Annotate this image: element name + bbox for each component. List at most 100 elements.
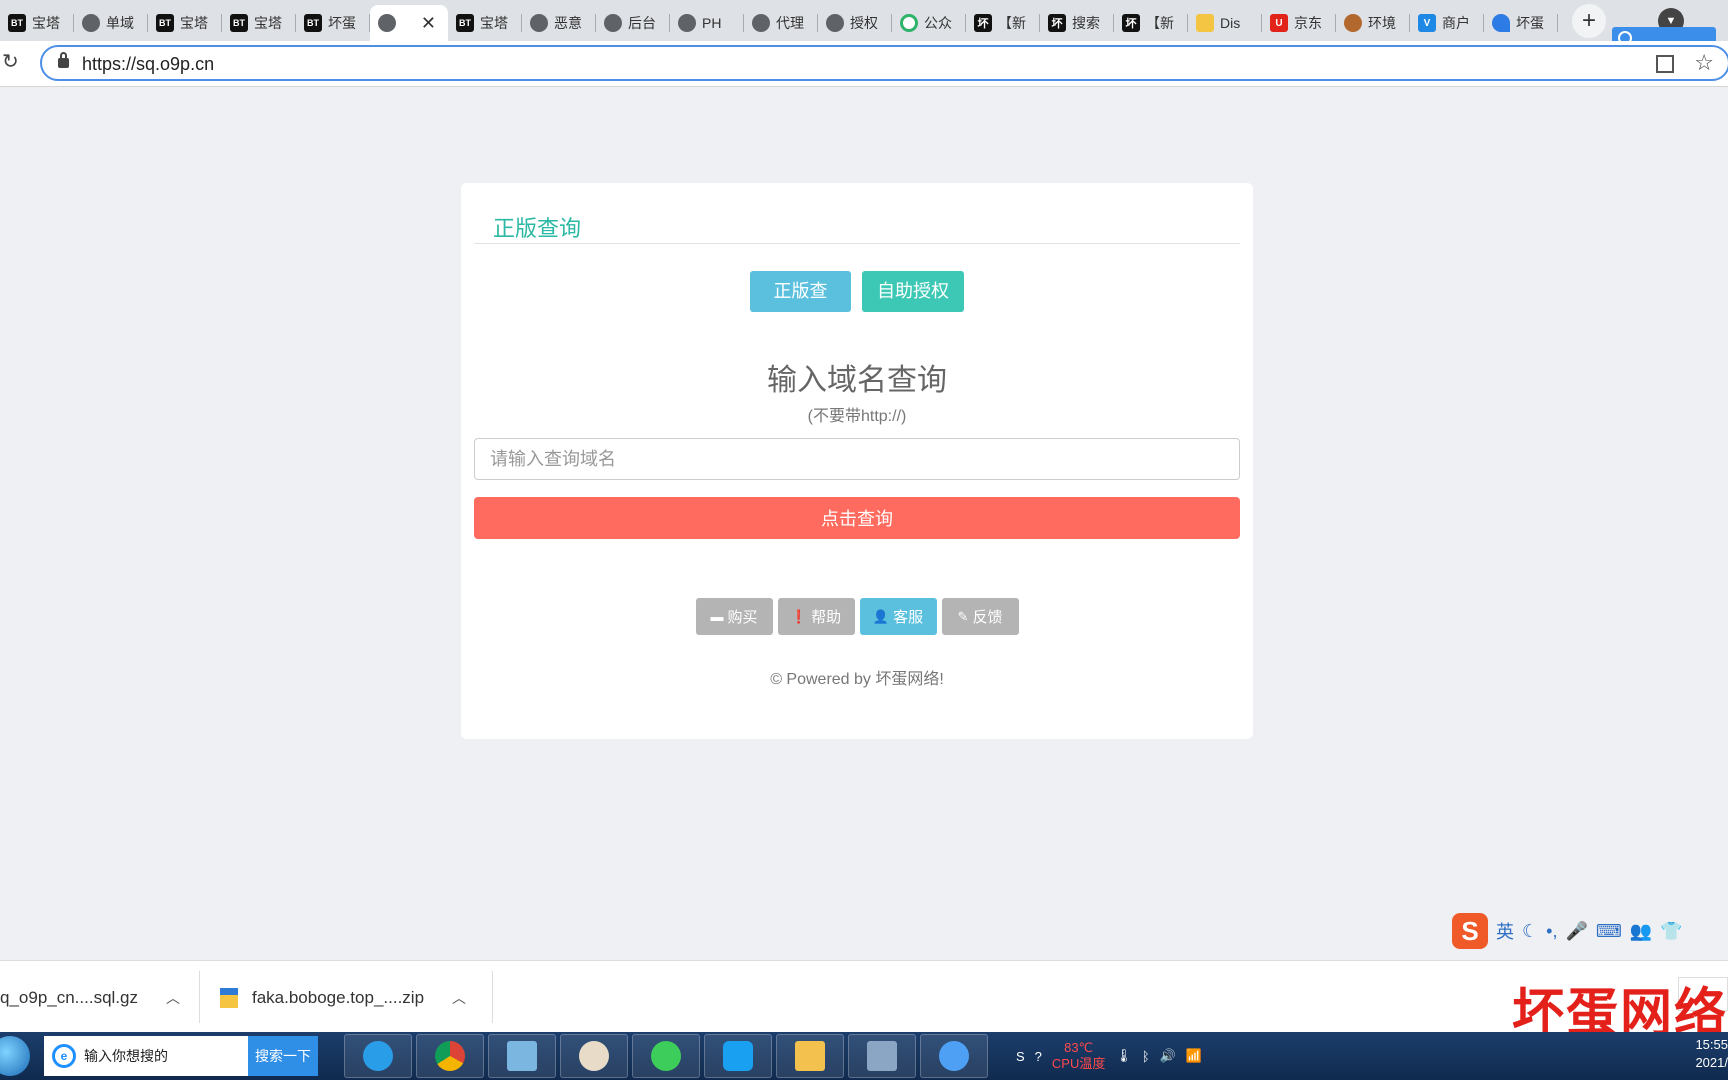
divider: [199, 971, 200, 1023]
sogou-tray-icon[interactable]: S: [1016, 1049, 1025, 1064]
browser-tab[interactable]: 后台: [596, 5, 670, 41]
browser-tab[interactable]: 代理: [744, 5, 818, 41]
sogou-logo-icon[interactable]: S: [1452, 913, 1488, 949]
browser-tab[interactable]: U 京东: [1262, 5, 1336, 41]
browser-tab[interactable]: 授权: [818, 5, 892, 41]
taskbar-app-video[interactable]: [848, 1034, 916, 1078]
browser-tab[interactable]: 单域: [74, 5, 148, 41]
tab-title: 坏蛋: [328, 15, 356, 31]
tab-title: 后台: [628, 15, 656, 31]
browser-tab[interactable]: BT 宝塔: [448, 5, 522, 41]
qr-code-icon[interactable]: [1656, 55, 1674, 73]
tab-title: 公众: [924, 15, 952, 31]
taskbar-app-qq-browser[interactable]: [704, 1034, 772, 1078]
chevron-up-icon[interactable]: ︿: [452, 988, 466, 1008]
bt-favicon-icon: BT: [156, 14, 174, 32]
customer-service-button[interactable]: 👤 客服: [859, 598, 937, 635]
brown-favicon-icon: [1344, 14, 1362, 32]
feedback-button[interactable]: ✎ 反馈: [941, 598, 1019, 635]
browser-tab[interactable]: 坏【新: [966, 5, 1040, 41]
browser-tab[interactable]: 公众: [892, 5, 966, 41]
taskbar-app-editor[interactable]: [488, 1034, 556, 1078]
browser-tab[interactable]: BT 坏蛋: [296, 5, 370, 41]
tab-title: 宝塔: [180, 15, 208, 31]
taskbar-search-box[interactable]: e 输入你想搜的: [44, 1036, 248, 1076]
url-text[interactable]: https://sq.o9p.cn: [82, 54, 214, 75]
browser-toolbar: ↻ https://sq.o9p.cn ☆: [0, 41, 1728, 87]
close-tab-icon[interactable]: ✕: [421, 13, 436, 34]
help-tray-icon[interactable]: ?: [1035, 1049, 1042, 1064]
globe-favicon-icon: [678, 14, 696, 32]
page-content: 正版查询 正版查询 自助授权 输入域名查询 (不要带http://) 点击查询 …: [0, 88, 1728, 960]
taskbar-app-chrome[interactable]: [416, 1034, 484, 1078]
network-icon[interactable]: 📶: [1186, 1048, 1202, 1064]
wave-favicon-icon: [1492, 14, 1510, 32]
browser-tab[interactable]: BT 宝塔: [148, 5, 222, 41]
skin-icon[interactable]: 👕: [1660, 921, 1682, 942]
archive-file-icon: [220, 988, 238, 1008]
keyboard-icon[interactable]: ⌨: [1596, 921, 1622, 942]
taskbar-app-explorer[interactable]: [776, 1034, 844, 1078]
download-bar: q_o9p_cn....sql.gz ︿ faka.boboge.top_...…: [0, 960, 1728, 1043]
browser-tab[interactable]: 坏搜索: [1040, 5, 1114, 41]
clock-time: 15:55: [1695, 1037, 1728, 1052]
address-bar[interactable]: https://sq.o9p.cn ☆: [40, 45, 1728, 81]
browser-tab[interactable]: Dis: [1188, 5, 1262, 41]
download-item[interactable]: q_o9p_cn....sql.gz ︿: [0, 983, 180, 1013]
credit-card-icon: ▬: [710, 609, 724, 624]
new-tab-button[interactable]: +: [1572, 4, 1606, 38]
footer-button-group: ▬ 购买 ❗ 帮助 👤 客服 ✎ 反馈: [461, 598, 1253, 635]
submit-query-button[interactable]: 点击查询: [474, 497, 1240, 539]
download-filename: faka.boboge.top_....zip: [252, 988, 425, 1007]
browser-tab[interactable]: 恶意: [522, 5, 596, 41]
genuine-query-button[interactable]: 正版查询: [750, 271, 851, 342]
taskbar-app-browser[interactable]: [344, 1034, 412, 1078]
taskbar-app-avatar[interactable]: [560, 1034, 628, 1078]
query-hint: (不要带http://): [807, 408, 907, 425]
thermometer-icon[interactable]: 🌡: [1115, 1048, 1132, 1064]
pencil-icon: ✎: [957, 608, 969, 624]
tab-title: 恶意: [554, 15, 582, 31]
domain-input[interactable]: [474, 438, 1240, 480]
moon-icon[interactable]: ☾: [1522, 921, 1538, 942]
ime-mode[interactable]: 英: [1496, 918, 1514, 944]
cpu-temp-value: 83℃: [1064, 1040, 1094, 1055]
start-button[interactable]: [0, 1036, 30, 1076]
browser-tab[interactable]: 环境: [1336, 5, 1410, 41]
green-favicon-icon: [900, 14, 918, 32]
blue-favicon-icon: V: [1418, 14, 1436, 32]
bluetooth-icon[interactable]: ᛒ: [1142, 1049, 1150, 1064]
taskbar: e 输入你想搜的 搜索一下 S ? 83℃ CPU温度 🌡 ᛒ 🔊 📶 15:5…: [0, 1032, 1728, 1080]
bookmark-star-icon[interactable]: ☆: [1694, 50, 1714, 76]
reload-icon[interactable]: ↻: [2, 51, 24, 73]
punctuation-icon[interactable]: •,: [1546, 921, 1557, 942]
ime-toolbar: S 英 ☾ •, 🎤 ⌨ 👥 👕: [1452, 913, 1728, 949]
bt-favicon-icon: BT: [230, 14, 248, 32]
browser-tab[interactable]: PH: [670, 5, 744, 41]
chevron-up-icon[interactable]: ︿: [166, 988, 180, 1008]
browser-tab[interactable]: 坏蛋: [1484, 5, 1558, 41]
taskbar-search-button[interactable]: 搜索一下: [248, 1036, 318, 1076]
taskbar-app-wechat[interactable]: [632, 1034, 700, 1078]
self-authorize-button[interactable]: 自助授权: [862, 271, 964, 312]
microphone-icon[interactable]: 🎤: [1565, 921, 1587, 942]
bt-favicon-icon: BT: [304, 14, 322, 32]
browser-tab[interactable]: BT 宝塔: [0, 5, 74, 41]
tab-title: 授权: [850, 15, 878, 31]
system-clock[interactable]: 15:55 2021/: [1695, 1036, 1728, 1072]
buy-button[interactable]: ▬ 购买: [695, 598, 773, 635]
user-center-icon[interactable]: 👥: [1630, 921, 1652, 942]
tab-title: PH: [702, 15, 722, 31]
help-button[interactable]: ❗ 帮助: [777, 598, 855, 635]
tab-title: 搜索: [1072, 15, 1100, 31]
download-item[interactable]: faka.boboge.top_....zip ︿: [220, 983, 466, 1013]
user-icon: 👤: [872, 608, 890, 624]
taskbar-app-baidu-netdisk[interactable]: [920, 1034, 988, 1078]
browser-tab[interactable]: ✕: [370, 5, 448, 41]
browser-tab[interactable]: BT 宝塔: [222, 5, 296, 41]
browser-tab[interactable]: 坏【新: [1114, 5, 1188, 41]
bt-favicon-icon: BT: [8, 14, 26, 32]
cpu-temp-label: CPU温度: [1051, 1056, 1106, 1071]
browser-tab[interactable]: V 商户: [1410, 5, 1484, 41]
volume-icon[interactable]: 🔊: [1160, 1048, 1176, 1064]
